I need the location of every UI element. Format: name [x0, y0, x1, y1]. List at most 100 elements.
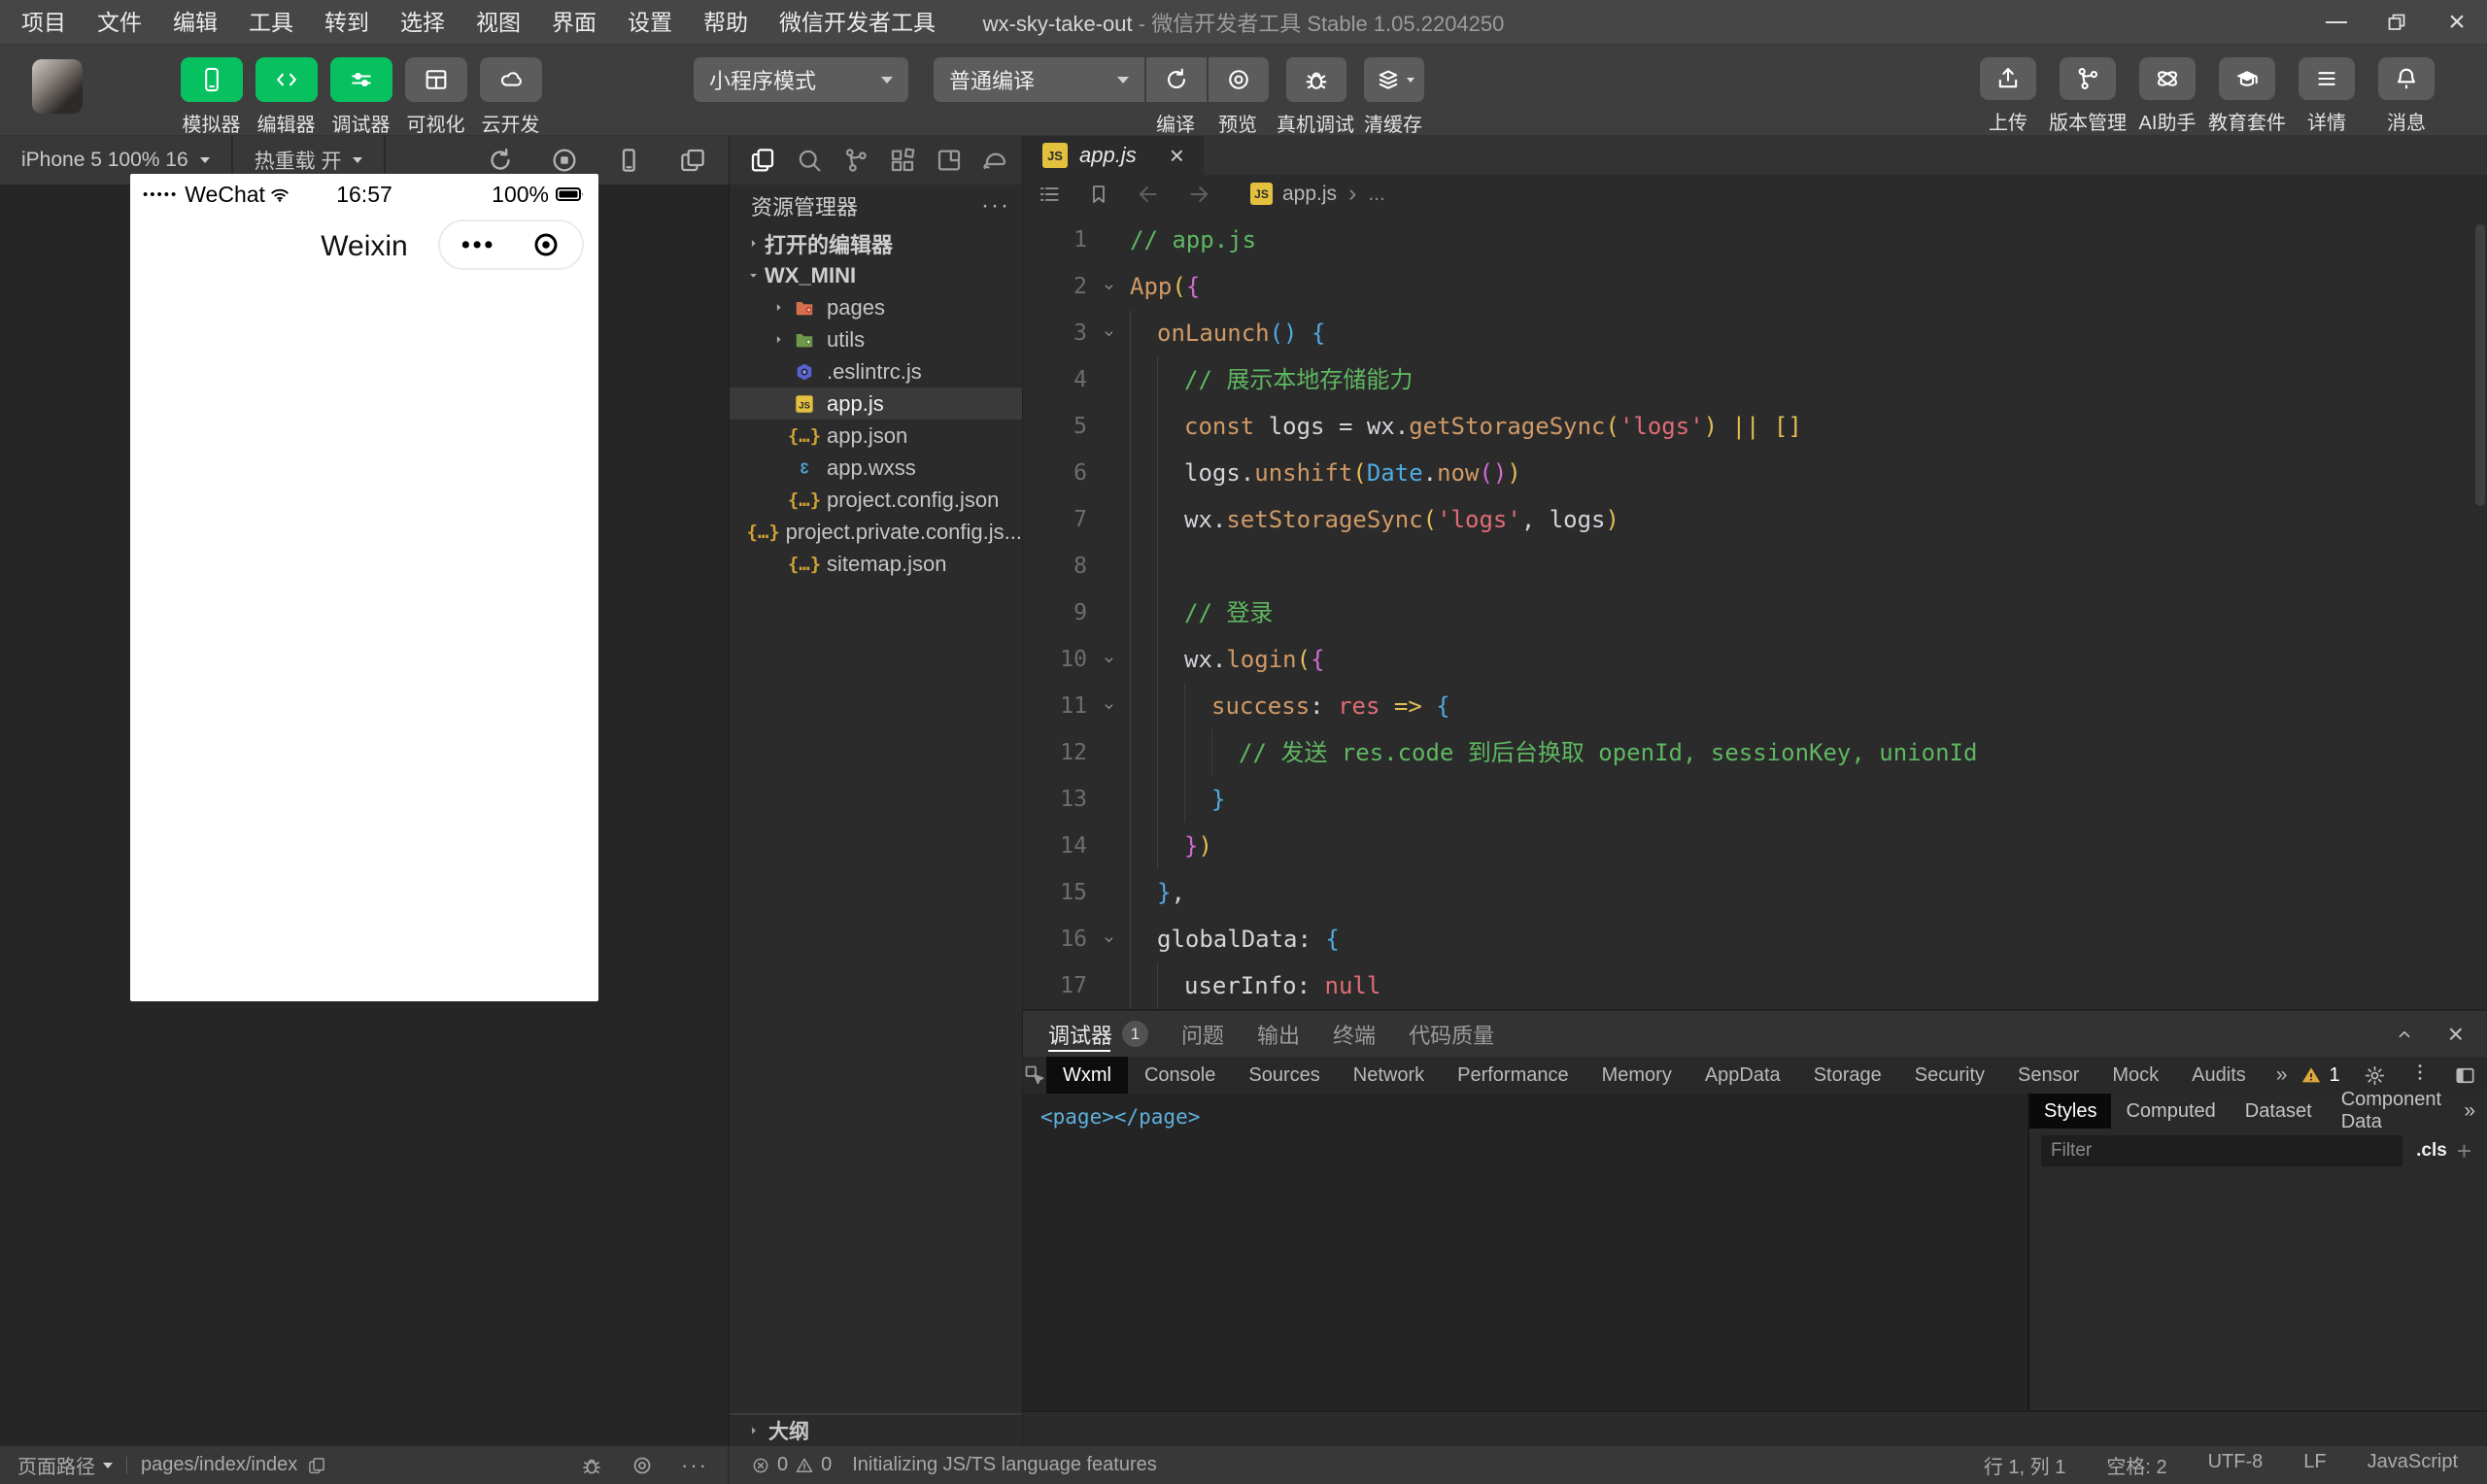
- close-button[interactable]: ×: [2427, 0, 2487, 44]
- tree-item-pages[interactable]: pages: [730, 291, 1022, 323]
- upload-button[interactable]: [1980, 57, 2036, 100]
- search-icon[interactable]: [786, 146, 833, 175]
- education-suite-button[interactable]: [2219, 57, 2275, 100]
- nav-back-icon[interactable]: [1136, 182, 1161, 207]
- styles-tab-Component Data[interactable]: Component Data: [2327, 1089, 2465, 1132]
- tree-item-打开的编辑器[interactable]: 打开的编辑器: [730, 227, 1022, 259]
- copy-path-icon[interactable]: [307, 1456, 326, 1475]
- menu-item-5[interactable]: 选择: [385, 0, 460, 45]
- bookmark-icon[interactable]: [1087, 183, 1110, 206]
- add-style-icon[interactable]: +: [2457, 1138, 2471, 1164]
- warning-counter[interactable]: 1: [2300, 1064, 2340, 1087]
- tree-item-WX_MINI[interactable]: WX_MINI: [730, 259, 1022, 291]
- windows-icon[interactable]: [678, 146, 707, 175]
- visualizer-button[interactable]: [404, 57, 467, 102]
- stop-icon[interactable]: [550, 146, 579, 175]
- editor-scrollbar[interactable]: [2475, 224, 2485, 506]
- debugger-tab-终端[interactable]: 终端: [1333, 1011, 1376, 1057]
- style-filter-input[interactable]: [2041, 1135, 2403, 1166]
- statusbar-item-1[interactable]: 空格: 2: [2106, 1451, 2166, 1479]
- menu-item-4[interactable]: 转到: [309, 0, 385, 45]
- user-avatar[interactable]: [32, 59, 83, 114]
- source-control-icon[interactable]: [833, 146, 879, 175]
- tree-item-app.js[interactable]: JS app.js: [730, 388, 1022, 420]
- debugger-tab-问题[interactable]: 问题: [1181, 1011, 1224, 1057]
- menu-item-6[interactable]: 视图: [460, 0, 536, 45]
- devtools-tab-Sensor[interactable]: Sensor: [2001, 1057, 2095, 1094]
- target-button[interactable]: [531, 230, 561, 259]
- devtools-tab-AppData[interactable]: AppData: [1688, 1057, 1797, 1094]
- minimize-button[interactable]: [2306, 0, 2367, 44]
- extensions-icon[interactable]: [879, 146, 926, 175]
- menu-item-0[interactable]: 项目: [6, 0, 82, 45]
- editor-button[interactable]: [255, 57, 318, 102]
- outline-list-icon[interactable]: [1037, 182, 1062, 207]
- breadcrumb-symbol[interactable]: ...: [1368, 183, 1385, 206]
- fold-chevron-icon[interactable]: [1087, 636, 1130, 683]
- messages-button[interactable]: [2378, 57, 2435, 100]
- tree-item-app.json[interactable]: {…} app.json: [730, 420, 1022, 452]
- ai-assistant-button[interactable]: [2139, 57, 2196, 100]
- menu-item-9[interactable]: 帮助: [688, 0, 764, 45]
- statusbar-problems[interactable]: 0 0 Initializing JS/TS language features: [730, 1454, 1157, 1476]
- inspect-element-icon[interactable]: [1023, 1057, 1046, 1094]
- devtools-tab-Audits[interactable]: Audits: [2175, 1057, 2263, 1094]
- statusbar-item-3[interactable]: LF: [2303, 1451, 2326, 1479]
- close-tab-icon[interactable]: ×: [1170, 143, 1184, 168]
- chevron-down-icon[interactable]: [741, 268, 765, 283]
- fold-chevron-icon[interactable]: [1087, 263, 1130, 310]
- debugger-tab-代码质量[interactable]: 代码质量: [1409, 1011, 1494, 1057]
- device-debug-button[interactable]: [1286, 57, 1346, 102]
- debugger-button[interactable]: [329, 57, 392, 102]
- fold-chevron-icon[interactable]: [1087, 310, 1130, 356]
- menu-item-2[interactable]: 编辑: [157, 0, 233, 45]
- whale-icon[interactable]: [972, 146, 1019, 175]
- menu-item-1[interactable]: 文件: [82, 0, 157, 45]
- chevron-right-icon[interactable]: [767, 300, 790, 315]
- devtools-tab-Security[interactable]: Security: [1898, 1057, 2001, 1094]
- cls-toggle[interactable]: .cls: [2416, 1140, 2447, 1162]
- page-path-label[interactable]: 页面路径: [17, 1451, 95, 1479]
- statusbar-item-2[interactable]: UTF-8: [2208, 1451, 2264, 1479]
- statusbar-item-0[interactable]: 行 1, 列 1: [1984, 1451, 2065, 1479]
- collapse-panel-icon[interactable]: [2394, 1024, 2415, 1045]
- overflow-tabs-icon[interactable]: »: [2464, 1099, 2487, 1123]
- fold-chevron-icon[interactable]: [1087, 916, 1130, 962]
- bug-icon[interactable]: [580, 1454, 603, 1477]
- devtools-tab-Network[interactable]: Network: [1337, 1057, 1441, 1094]
- tree-item-project.config.json[interactable]: {…} project.config.json: [730, 484, 1022, 516]
- devtools-tab-Memory[interactable]: Memory: [1585, 1057, 1688, 1094]
- dock-side-icon[interactable]: [2454, 1064, 2476, 1087]
- outline-section[interactable]: 大纲: [730, 1413, 1022, 1446]
- styles-tab-Styles[interactable]: Styles: [2029, 1094, 2112, 1129]
- more-actions-icon[interactable]: ···: [681, 1453, 708, 1478]
- editor-tab-appjs[interactable]: JS app.js ×: [1023, 136, 1204, 175]
- breadcrumb-file[interactable]: app.js: [1282, 183, 1337, 206]
- files-icon[interactable]: [739, 146, 786, 175]
- tree-item-project.private.config.js...[interactable]: {…} project.private.config.js...: [730, 516, 1023, 548]
- chevron-right-icon[interactable]: [741, 236, 765, 251]
- fold-chevron-icon[interactable]: [1087, 683, 1130, 729]
- cloud-dev-button[interactable]: [479, 57, 542, 102]
- devtools-tab-Sources[interactable]: Sources: [1232, 1057, 1336, 1094]
- phone-outline-icon[interactable]: [614, 146, 643, 175]
- devtools-tab-Console[interactable]: Console: [1128, 1057, 1232, 1094]
- styles-tab-Dataset[interactable]: Dataset: [2231, 1094, 2327, 1129]
- restore-button[interactable]: [2367, 0, 2427, 44]
- debugger-tab-调试器[interactable]: 调试器 1: [1048, 1011, 1149, 1057]
- devtools-tab-Mock[interactable]: Mock: [2095, 1057, 2175, 1094]
- clear-cache-button[interactable]: [1364, 57, 1424, 102]
- menu-item-7[interactable]: 界面: [536, 0, 612, 45]
- debugger-tab-输出[interactable]: 输出: [1257, 1011, 1300, 1057]
- tree-item-.eslintrc.js[interactable]: .eslintrc.js: [730, 355, 1022, 388]
- tree-item-app.wxss[interactable]: 3 app.wxss: [730, 452, 1022, 484]
- simulator-button[interactable]: [180, 57, 243, 102]
- mode-select[interactable]: 小程序模式: [694, 57, 908, 102]
- kebab-menu-icon[interactable]: [2409, 1062, 2431, 1089]
- tree-item-utils[interactable]: utils: [730, 323, 1022, 355]
- styles-tab-Computed[interactable]: Computed: [2111, 1094, 2230, 1129]
- compile-select[interactable]: 普通编译: [934, 57, 1144, 102]
- menu-item-3[interactable]: 工具: [233, 0, 309, 45]
- compile-button[interactable]: [1146, 57, 1207, 102]
- version-control-button[interactable]: [2060, 57, 2116, 100]
